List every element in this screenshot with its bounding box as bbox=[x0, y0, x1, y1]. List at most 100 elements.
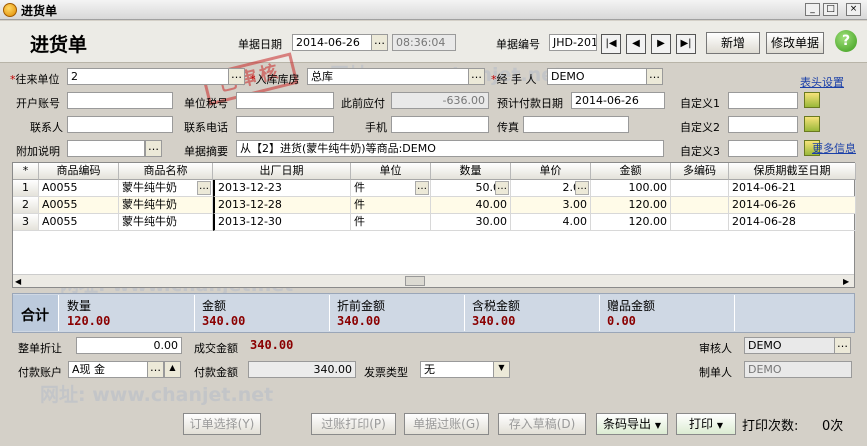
account-label: 开户账号 bbox=[16, 97, 60, 110]
barcode-export-button[interactable]: 条码导出 ▼ bbox=[596, 413, 668, 435]
cell-picker-button[interactable]: … bbox=[495, 181, 509, 195]
contact-input[interactable] bbox=[67, 116, 173, 133]
grid-cell[interactable]: 2013-12-23 bbox=[213, 180, 351, 197]
total-gift: 赠品金额 0.00 bbox=[601, 295, 735, 331]
cell-picker-button[interactable]: … bbox=[575, 181, 589, 195]
next-record-button[interactable]: ▶ bbox=[651, 34, 671, 54]
grid-cell[interactable]: 2014-06-26 bbox=[729, 197, 856, 214]
phone-input[interactable] bbox=[236, 116, 334, 133]
grid-cell[interactable]: 2014-06-21 bbox=[729, 180, 856, 197]
grid-cell[interactable]: 2013-12-30 bbox=[213, 214, 351, 231]
custom1-folder-icon[interactable] bbox=[804, 92, 820, 108]
grid-cell[interactable]: A0055 bbox=[39, 197, 119, 214]
custom1-input[interactable] bbox=[728, 92, 798, 109]
grid-header-price[interactable]: 单价 bbox=[511, 163, 591, 180]
barcode-export-dropdown-icon[interactable]: ▼ bbox=[655, 421, 661, 430]
supplier-picker-button[interactable]: … bbox=[228, 68, 245, 85]
pay-account-input[interactable]: A现 金 bbox=[68, 361, 148, 378]
grid-cell[interactable]: 100.00 bbox=[591, 180, 671, 197]
new-button[interactable]: 新增 bbox=[706, 32, 760, 54]
grid-header-qty[interactable]: 数量 bbox=[431, 163, 511, 180]
supplier-input[interactable]: 2 bbox=[67, 68, 229, 85]
mobile-label: 手机 bbox=[365, 121, 387, 134]
grid-cell[interactable]: 30.00 bbox=[431, 214, 511, 231]
grid-cell[interactable]: 蒙牛纯牛奶 bbox=[119, 214, 213, 231]
last-record-button[interactable]: ▶| bbox=[676, 34, 696, 54]
scroll-right-icon[interactable]: ▶ bbox=[843, 277, 849, 286]
grid-header-rowno: * bbox=[13, 163, 39, 180]
grid-cell[interactable] bbox=[671, 214, 729, 231]
help-icon[interactable]: ? bbox=[835, 30, 857, 52]
grid-cell[interactable]: 蒙牛纯牛奶 bbox=[119, 197, 213, 214]
date-picker-button[interactable]: … bbox=[371, 34, 388, 51]
grid-cell[interactable]: A0055 bbox=[39, 180, 119, 197]
order-select-button[interactable]: 订单选择(Y) bbox=[183, 413, 261, 435]
fax-input[interactable] bbox=[523, 116, 629, 133]
more-info-link[interactable]: 更多信息 bbox=[812, 140, 856, 156]
grid-header-expiry[interactable]: 保质期截至日期 bbox=[729, 163, 856, 180]
save-draft-button[interactable]: 存入草稿(D) bbox=[498, 413, 586, 435]
post-print-button[interactable]: 过账打印(P) bbox=[311, 413, 396, 435]
custom3-label: 自定义3 bbox=[680, 145, 720, 158]
summary-label: 单据摘要 bbox=[184, 145, 228, 158]
taxno-input[interactable] bbox=[236, 92, 334, 109]
header-settings-link[interactable]: 表头设置 bbox=[800, 74, 844, 90]
grid-header-multicode[interactable]: 多编码 bbox=[671, 163, 729, 180]
auditor-picker-button[interactable]: … bbox=[834, 337, 851, 354]
summary-input[interactable]: 从【2】进货(蒙牛纯牛奶)等商品:DEMO bbox=[236, 140, 664, 157]
docno-input[interactable]: JHD-2014 bbox=[549, 34, 597, 51]
discount-input[interactable]: 0.00 bbox=[76, 337, 182, 354]
post-button[interactable]: 单据过账(G) bbox=[404, 413, 489, 435]
grid-header-mfg-date[interactable]: 出厂日期 bbox=[213, 163, 351, 180]
prev-record-button[interactable]: ◀ bbox=[626, 34, 646, 54]
custom3-input[interactable] bbox=[728, 140, 798, 157]
invoice-type-label: 发票类型 bbox=[364, 366, 408, 379]
cell-picker-button[interactable]: … bbox=[197, 181, 211, 195]
contact-label: 联系人 bbox=[30, 121, 63, 134]
close-button[interactable]: × bbox=[846, 3, 861, 16]
scroll-left-icon[interactable]: ◀ bbox=[15, 277, 21, 286]
grid-cell[interactable]: 120.00 bbox=[591, 197, 671, 214]
custom2-input[interactable] bbox=[728, 116, 798, 133]
pay-account-label: 付款账户 bbox=[18, 366, 62, 379]
grid-cell[interactable]: 件 bbox=[351, 214, 431, 231]
print-button[interactable]: 打印 ▼ bbox=[676, 413, 736, 435]
pay-date-input[interactable]: 2014-06-26 bbox=[571, 92, 665, 109]
grid-cell[interactable]: 40.00 bbox=[431, 197, 511, 214]
custom2-folder-icon[interactable] bbox=[804, 116, 820, 132]
grid-cell[interactable] bbox=[671, 197, 729, 214]
mobile-input[interactable] bbox=[391, 116, 489, 133]
note-picker-button[interactable]: … bbox=[145, 140, 162, 157]
grid-cell[interactable]: 件 bbox=[351, 197, 431, 214]
grid-cell[interactable]: A0055 bbox=[39, 214, 119, 231]
pay-account-picker-button[interactable]: … bbox=[147, 361, 164, 378]
date-input[interactable]: 2014-06-26 bbox=[292, 34, 372, 51]
scroll-thumb[interactable] bbox=[405, 276, 425, 286]
grid-header-name[interactable]: 商品名称 bbox=[119, 163, 213, 180]
grid-cell[interactable]: 2013-12-28 bbox=[213, 197, 351, 214]
pay-amount-input[interactable]: 340.00 bbox=[248, 361, 356, 378]
note-input[interactable] bbox=[67, 140, 145, 157]
cell-picker-button[interactable]: … bbox=[415, 181, 429, 195]
first-record-button[interactable]: |◀ bbox=[601, 34, 621, 54]
grid-header-unit[interactable]: 单位 bbox=[351, 163, 431, 180]
account-input[interactable] bbox=[67, 92, 173, 109]
edit-document-button[interactable]: 修改单据 bbox=[766, 32, 824, 54]
grid-cell[interactable]: 3.00 bbox=[511, 197, 591, 214]
grid-header-amount[interactable]: 金额 bbox=[591, 163, 671, 180]
warehouse-input[interactable]: 总库 bbox=[307, 68, 469, 85]
print-dropdown-icon[interactable]: ▼ bbox=[717, 421, 723, 430]
grid-cell[interactable]: 4.00 bbox=[511, 214, 591, 231]
handler-input[interactable]: DEMO bbox=[547, 68, 647, 85]
grid-cell[interactable]: 2014-06-28 bbox=[729, 214, 856, 231]
handler-picker-button[interactable]: … bbox=[646, 68, 663, 85]
pay-account-dropdown-icon[interactable]: ▲ bbox=[164, 361, 181, 378]
invoice-dropdown-icon[interactable]: ▼ bbox=[493, 361, 510, 378]
minimize-button[interactable]: _ bbox=[805, 3, 820, 16]
warehouse-picker-button[interactable]: … bbox=[468, 68, 485, 85]
grid-cell[interactable] bbox=[671, 180, 729, 197]
grid-cell[interactable]: 120.00 bbox=[591, 214, 671, 231]
maximize-button[interactable]: □ bbox=[823, 3, 838, 16]
grid-header-code[interactable]: 商品编码 bbox=[39, 163, 119, 180]
grid-horizontal-scrollbar[interactable]: ◀ ▶ bbox=[13, 274, 854, 287]
